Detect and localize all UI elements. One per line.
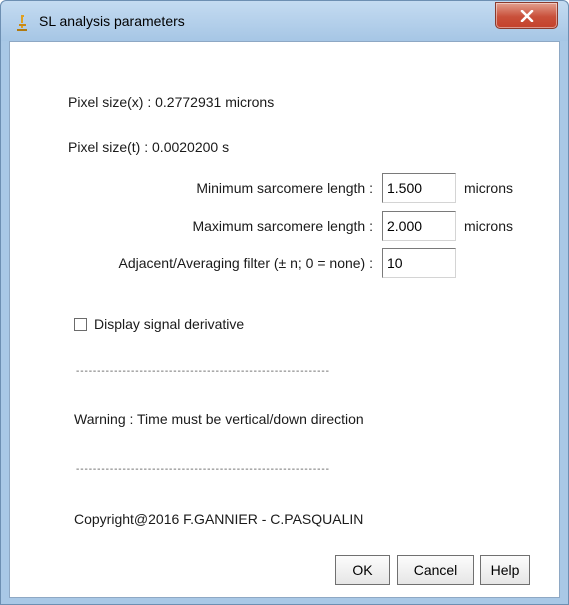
- filter-label: Adjacent/Averaging filter (± n; 0 = none…: [118, 255, 373, 271]
- dialog-content: Pixel size(x) : 0.2772931 microns Pixel …: [9, 41, 560, 598]
- max-length-label: Maximum sarcomere length :: [192, 218, 373, 234]
- filter-field[interactable]: [382, 248, 456, 278]
- max-length-field[interactable]: [382, 211, 456, 241]
- min-length-label: Minimum sarcomere length :: [196, 180, 373, 196]
- min-length-field[interactable]: [382, 173, 456, 203]
- min-length-unit: microns: [464, 180, 514, 196]
- title-bar[interactable]: SL analysis parameters: [1, 1, 568, 41]
- pixel-size-t-text: Pixel size(t) : 0.0020200 s: [68, 139, 230, 155]
- warning-text: Warning : Time must be vertical/down dir…: [74, 411, 364, 427]
- microscope-icon: [17, 15, 27, 31]
- derivative-checkbox[interactable]: [74, 318, 87, 331]
- max-length-unit: microns: [464, 218, 514, 234]
- close-icon: [520, 10, 534, 22]
- help-button[interactable]: Help: [480, 555, 530, 585]
- ok-button[interactable]: OK: [335, 555, 390, 585]
- derivative-label[interactable]: Display signal derivative: [94, 316, 244, 332]
- window-title: SL analysis parameters: [39, 13, 185, 29]
- separator-bottom: ----------------------------------------…: [76, 464, 330, 475]
- pixel-size-x-text: Pixel size(x) : 0.2772931 microns: [68, 94, 275, 110]
- separator-top: ----------------------------------------…: [76, 366, 330, 377]
- dialog-window: SL analysis parameters Pixel size(x) : 0…: [0, 0, 569, 605]
- close-button[interactable]: [495, 2, 558, 29]
- cancel-button[interactable]: Cancel: [397, 555, 474, 585]
- copyright-text: Copyright@2016 F.GANNIER - C.PASQUALIN: [74, 511, 364, 527]
